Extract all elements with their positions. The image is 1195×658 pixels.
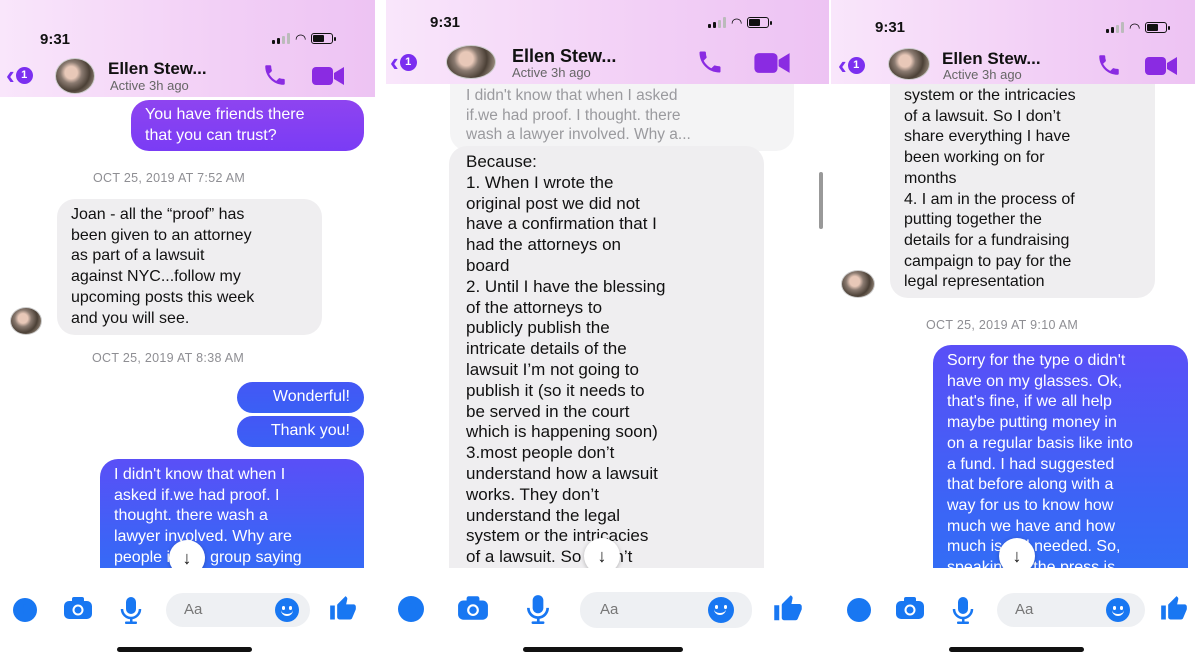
emoji-icon[interactable] — [1106, 598, 1130, 622]
back-chevron-icon: ‹ — [390, 47, 399, 77]
status-icons: ◠ — [272, 31, 337, 46]
thumbs-up-icon[interactable] — [329, 595, 357, 628]
unread-badge: 1 — [847, 56, 865, 74]
message-outgoing[interactable]: Thank you! — [237, 416, 364, 447]
timestamp: OCT 25, 2019 AT 9:10 AM — [926, 318, 1079, 332]
back-button[interactable]: ‹ 1 — [6, 62, 33, 88]
message-outgoing[interactable]: Sorry for the type o didn't have on my g… — [933, 345, 1188, 595]
arrow-down-icon: ↓ — [182, 547, 192, 568]
message-composer: + Aa — [831, 568, 1195, 658]
plus-icon[interactable]: + — [398, 596, 424, 622]
microphone-icon[interactable] — [952, 596, 974, 629]
status-icons: ◠ — [708, 15, 773, 30]
home-indicator — [949, 647, 1084, 652]
contact-avatar[interactable] — [888, 48, 930, 80]
back-chevron-icon: ‹ — [838, 50, 847, 80]
signal-icon — [1106, 22, 1124, 33]
contact-name[interactable]: Ellen Stew... — [512, 46, 616, 67]
arrow-down-icon: ↓ — [1012, 545, 1022, 566]
contact-name[interactable]: Ellen Stew... — [108, 59, 207, 79]
battery-icon — [1145, 22, 1171, 33]
camera-icon[interactable] — [895, 596, 925, 625]
status-time: 9:31 — [40, 31, 71, 48]
contact-status: Active 3h ago — [110, 78, 189, 93]
chat-header: 9:31 ◠ ‹ 1 Ellen Stew... Active 3h ago — [386, 0, 829, 84]
phone-icon[interactable] — [696, 48, 724, 81]
wifi-icon: ◠ — [731, 15, 743, 30]
chat-screenshot-1: 9:31 ◠ ‹ 1 Ellen Stew... Active 3h ago Y… — [0, 0, 375, 658]
plus-icon[interactable]: + — [847, 598, 871, 622]
signal-icon — [708, 17, 726, 28]
sender-avatar — [10, 307, 42, 335]
contact-status: Active 3h ago — [512, 65, 591, 80]
video-camera-icon[interactable] — [1145, 56, 1177, 81]
video-camera-icon[interactable] — [312, 66, 344, 91]
back-button[interactable]: ‹ 1 — [390, 49, 417, 75]
timestamp: OCT 25, 2019 AT 8:38 AM — [92, 351, 245, 365]
message-outgoing[interactable]: Wonderful! — [237, 382, 364, 413]
timestamp: OCT 25, 2019 AT 7:52 AM — [93, 171, 246, 185]
message-outgoing[interactable]: You have friends there that you can trus… — [131, 100, 364, 152]
plus-icon[interactable]: + — [13, 598, 37, 622]
chat-screenshot-3: 9:31 ◠ ‹ 1 Ellen Stew... Active 3h ago s… — [831, 0, 1195, 658]
battery-icon — [311, 33, 337, 44]
message-incoming[interactable]: Because: 1. When I wrote the original po… — [449, 146, 764, 606]
wifi-icon: ◠ — [295, 31, 307, 46]
message-incoming[interactable]: Joan - all the “proof” has been given to… — [57, 199, 322, 336]
back-button[interactable]: ‹ 1 — [838, 52, 865, 78]
arrow-down-icon: ↓ — [597, 545, 607, 566]
phone-icon[interactable] — [1096, 52, 1122, 83]
message-composer: + Aa — [386, 568, 829, 658]
battery-icon — [747, 17, 773, 28]
video-camera-icon[interactable] — [754, 52, 790, 79]
wifi-icon: ◠ — [1129, 20, 1141, 35]
emoji-icon[interactable] — [708, 597, 734, 623]
microphone-icon[interactable] — [120, 596, 142, 629]
camera-icon[interactable] — [63, 596, 93, 625]
chat-header: 9:31 ◠ ‹ 1 Ellen Stew... Active 3h ago — [0, 0, 375, 97]
thumbs-up-icon[interactable] — [773, 594, 803, 629]
home-indicator — [117, 647, 252, 652]
microphone-icon[interactable] — [526, 594, 550, 629]
contact-status: Active 3h ago — [943, 67, 1022, 82]
emoji-icon[interactable] — [275, 598, 299, 622]
contact-avatar[interactable] — [55, 58, 95, 94]
message-incoming[interactable]: system or the intricacies of a lawsuit. … — [890, 68, 1155, 298]
message-composer: + Aa — [0, 568, 375, 658]
contact-avatar[interactable] — [446, 45, 496, 79]
unread-badge: 1 — [399, 53, 417, 71]
signal-icon — [272, 33, 290, 44]
replied-message-preview[interactable]: I didn't know that when I asked if.we ha… — [450, 80, 794, 151]
status-time: 9:31 — [430, 14, 461, 31]
status-icons: ◠ — [1106, 20, 1171, 35]
contact-name[interactable]: Ellen Stew... — [942, 49, 1041, 69]
scrollbar[interactable] — [819, 172, 823, 229]
status-time: 9:31 — [875, 19, 906, 36]
phone-icon[interactable] — [262, 62, 288, 93]
home-indicator — [523, 647, 683, 652]
camera-icon[interactable] — [457, 595, 489, 626]
back-chevron-icon: ‹ — [6, 60, 15, 90]
sender-avatar — [841, 270, 875, 298]
thumbs-up-icon[interactable] — [1160, 595, 1188, 628]
chat-screenshot-2: 9:31 ◠ ‹ 1 Ellen Stew... Active 3h ago I… — [386, 0, 829, 658]
chat-header: 9:31 ◠ ‹ 1 Ellen Stew... Active 3h ago — [831, 0, 1195, 84]
unread-badge: 1 — [15, 66, 33, 84]
